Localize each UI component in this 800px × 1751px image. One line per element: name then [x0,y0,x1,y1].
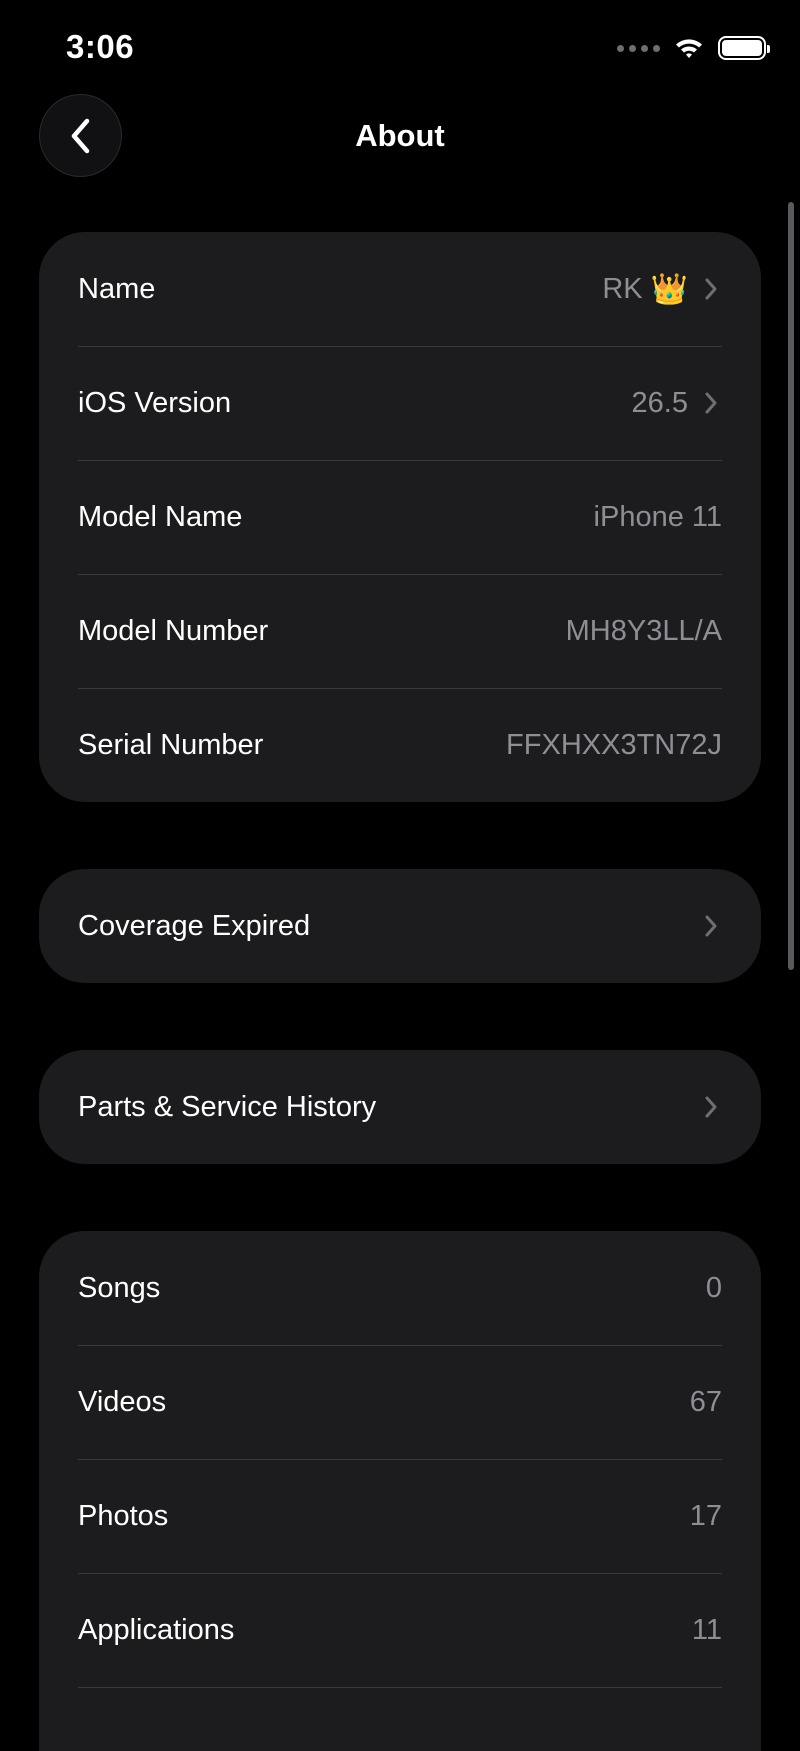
wifi-icon [676,39,702,58]
row-name[interactable]: Name RK 👑 [39,232,761,346]
row-applications: Applications 11 [39,1573,761,1687]
row-serial-number: Serial Number FFXHXX3TN72J [39,688,761,802]
row-value: 26.5 [631,386,688,419]
row-label: Photos [78,1499,169,1532]
scroll-indicator[interactable] [788,202,794,970]
row-label: Applications [78,1613,235,1646]
page-title: About [355,118,445,153]
row-value: MH8Y3LL/A [565,614,722,647]
chevron-right-icon [704,912,722,940]
row-label: iOS Version [78,386,232,419]
chevron-right-icon [704,389,722,417]
cellular-signal-icon [617,44,660,52]
status-bar: 3:06 [0,0,800,100]
row-label: Videos [78,1385,167,1418]
row-value: RK 👑 [602,272,688,307]
row-parts-service-history[interactable]: Parts & Service History [39,1050,761,1164]
row-label: Songs [78,1271,161,1304]
row-label: Model Number [78,614,269,647]
row-model-number[interactable]: Model Number MH8Y3LL/A [39,574,761,688]
row-coverage[interactable]: Coverage Expired [39,869,761,983]
battery-icon [718,36,770,60]
row-label: Model Name [78,500,243,533]
row-model-name: Model Name iPhone 11 [39,460,761,574]
row-songs: Songs 0 [39,1231,761,1345]
row-value: 11 [691,1613,722,1646]
row-value: 0 [705,1271,722,1304]
status-time: 3:06 [66,28,135,65]
row-value: 17 [689,1499,722,1532]
row-value: FFXHXX3TN72J [506,728,722,761]
row-label: Name [78,272,156,305]
chevron-right-icon [704,1093,722,1121]
row-videos: Videos 67 [39,1345,761,1459]
row-value: iPhone 11 [593,500,722,533]
row-partial-next [39,1687,761,1751]
row-ios-version[interactable]: iOS Version 26.5 [39,346,761,460]
crown-emoji: 👑 [650,272,688,306]
media-counts-group: Songs 0 Videos 67 Photos 17 Applications… [39,1231,761,1751]
row-label: Serial Number [78,728,264,761]
device-info-group: Name RK 👑 iOS Version 26.5 Model Name iP… [39,232,761,802]
status-icons [617,32,770,64]
row-label: Coverage Expired [78,909,311,942]
coverage-group: Coverage Expired [39,869,761,983]
row-photos: Photos 17 [39,1459,761,1573]
row-value: 67 [689,1385,722,1418]
row-label: Parts & Service History [78,1090,377,1123]
chevron-right-icon [704,275,722,303]
service-group: Parts & Service History [39,1050,761,1164]
name-value: RK [602,272,643,305]
